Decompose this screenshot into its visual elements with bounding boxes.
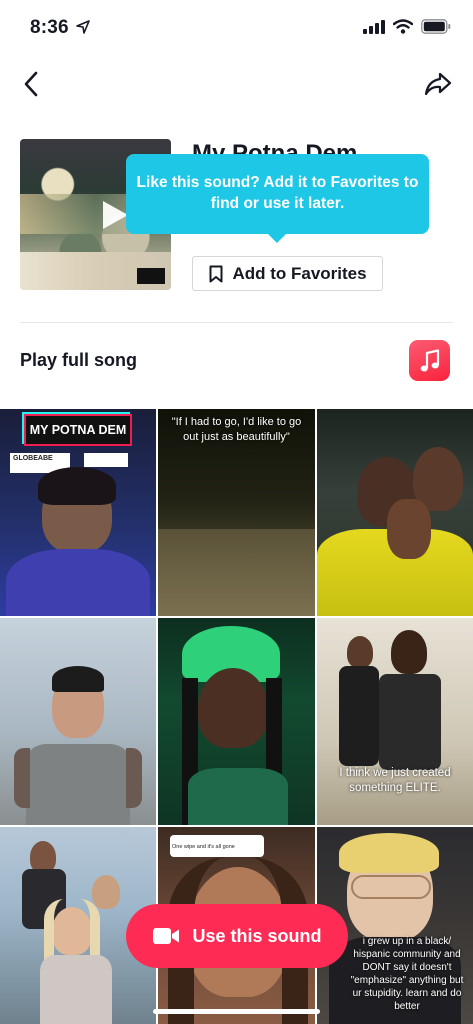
wifi-icon [393, 19, 413, 34]
bookmark-icon [209, 265, 223, 282]
status-bar: 8:36 [0, 0, 473, 56]
video-caption: "If I had to go, I'd like to go out just… [171, 416, 302, 443]
video-subject-body [339, 666, 379, 766]
video-subject-arms [14, 748, 142, 808]
video-subject-hair [339, 833, 439, 873]
video-subject [92, 875, 120, 909]
battery-icon [421, 19, 451, 34]
play-full-song-label[interactable]: Play full song [20, 350, 137, 371]
video-overlay-sticker [84, 453, 128, 467]
video-camera-icon [153, 928, 180, 944]
home-indicator[interactable] [153, 1009, 320, 1014]
video-title-card: MY POTNA DEM [24, 414, 132, 446]
video-subject-hair [38, 467, 116, 505]
video-subject-hair [52, 666, 104, 692]
video-subject-body [379, 674, 441, 770]
video-scene [158, 529, 315, 616]
back-button[interactable] [16, 66, 46, 102]
add-to-favorites-label: Add to Favorites [232, 263, 367, 283]
video-subject-hand [387, 499, 431, 559]
video-subject [391, 630, 427, 674]
video-thumbnail[interactable]: MY POTNA DEM GLOBEABE [0, 409, 156, 616]
video-thumbnail[interactable]: I think we just created something ELITE. [317, 618, 473, 825]
video-thumbnail[interactable] [317, 409, 473, 616]
video-subject-top [188, 768, 288, 825]
add-to-favorites-button[interactable]: Add to Favorites [192, 256, 383, 291]
cellular-signal-icon [363, 19, 385, 34]
video-subject-top [40, 955, 112, 1024]
apple-music-button[interactable] [409, 340, 450, 381]
video-thumbnail[interactable]: "If I had to go, I'd like to go out just… [158, 409, 315, 616]
location-arrow-icon [76, 20, 90, 34]
video-caption: I think we just created something ELITE. [339, 767, 451, 794]
video-subject [347, 636, 373, 668]
parental-advisory-badge [137, 268, 165, 284]
use-this-sound-button[interactable]: Use this sound [126, 904, 348, 968]
video-thumbnail[interactable] [0, 618, 156, 825]
video-thumbnail[interactable] [158, 618, 315, 825]
video-subject-glasses [351, 875, 431, 899]
video-caption: One wipe and it's all gone [172, 844, 235, 850]
tooltip-arrow [268, 234, 286, 243]
share-button[interactable] [421, 66, 455, 102]
status-icons [363, 19, 451, 34]
share-arrow-icon [424, 72, 452, 96]
status-time: 8:36 [30, 17, 69, 38]
video-caption: i grew up in a black/ hispanic community… [350, 936, 464, 1012]
divider [20, 322, 453, 323]
use-this-sound-label: Use this sound [192, 925, 322, 946]
favorites-tooltip[interactable]: Like this sound? Add it to Favorites to … [126, 154, 429, 234]
chevron-left-icon [24, 71, 38, 97]
apple-music-icon [420, 348, 439, 371]
video-subject-hoodie [6, 549, 150, 616]
